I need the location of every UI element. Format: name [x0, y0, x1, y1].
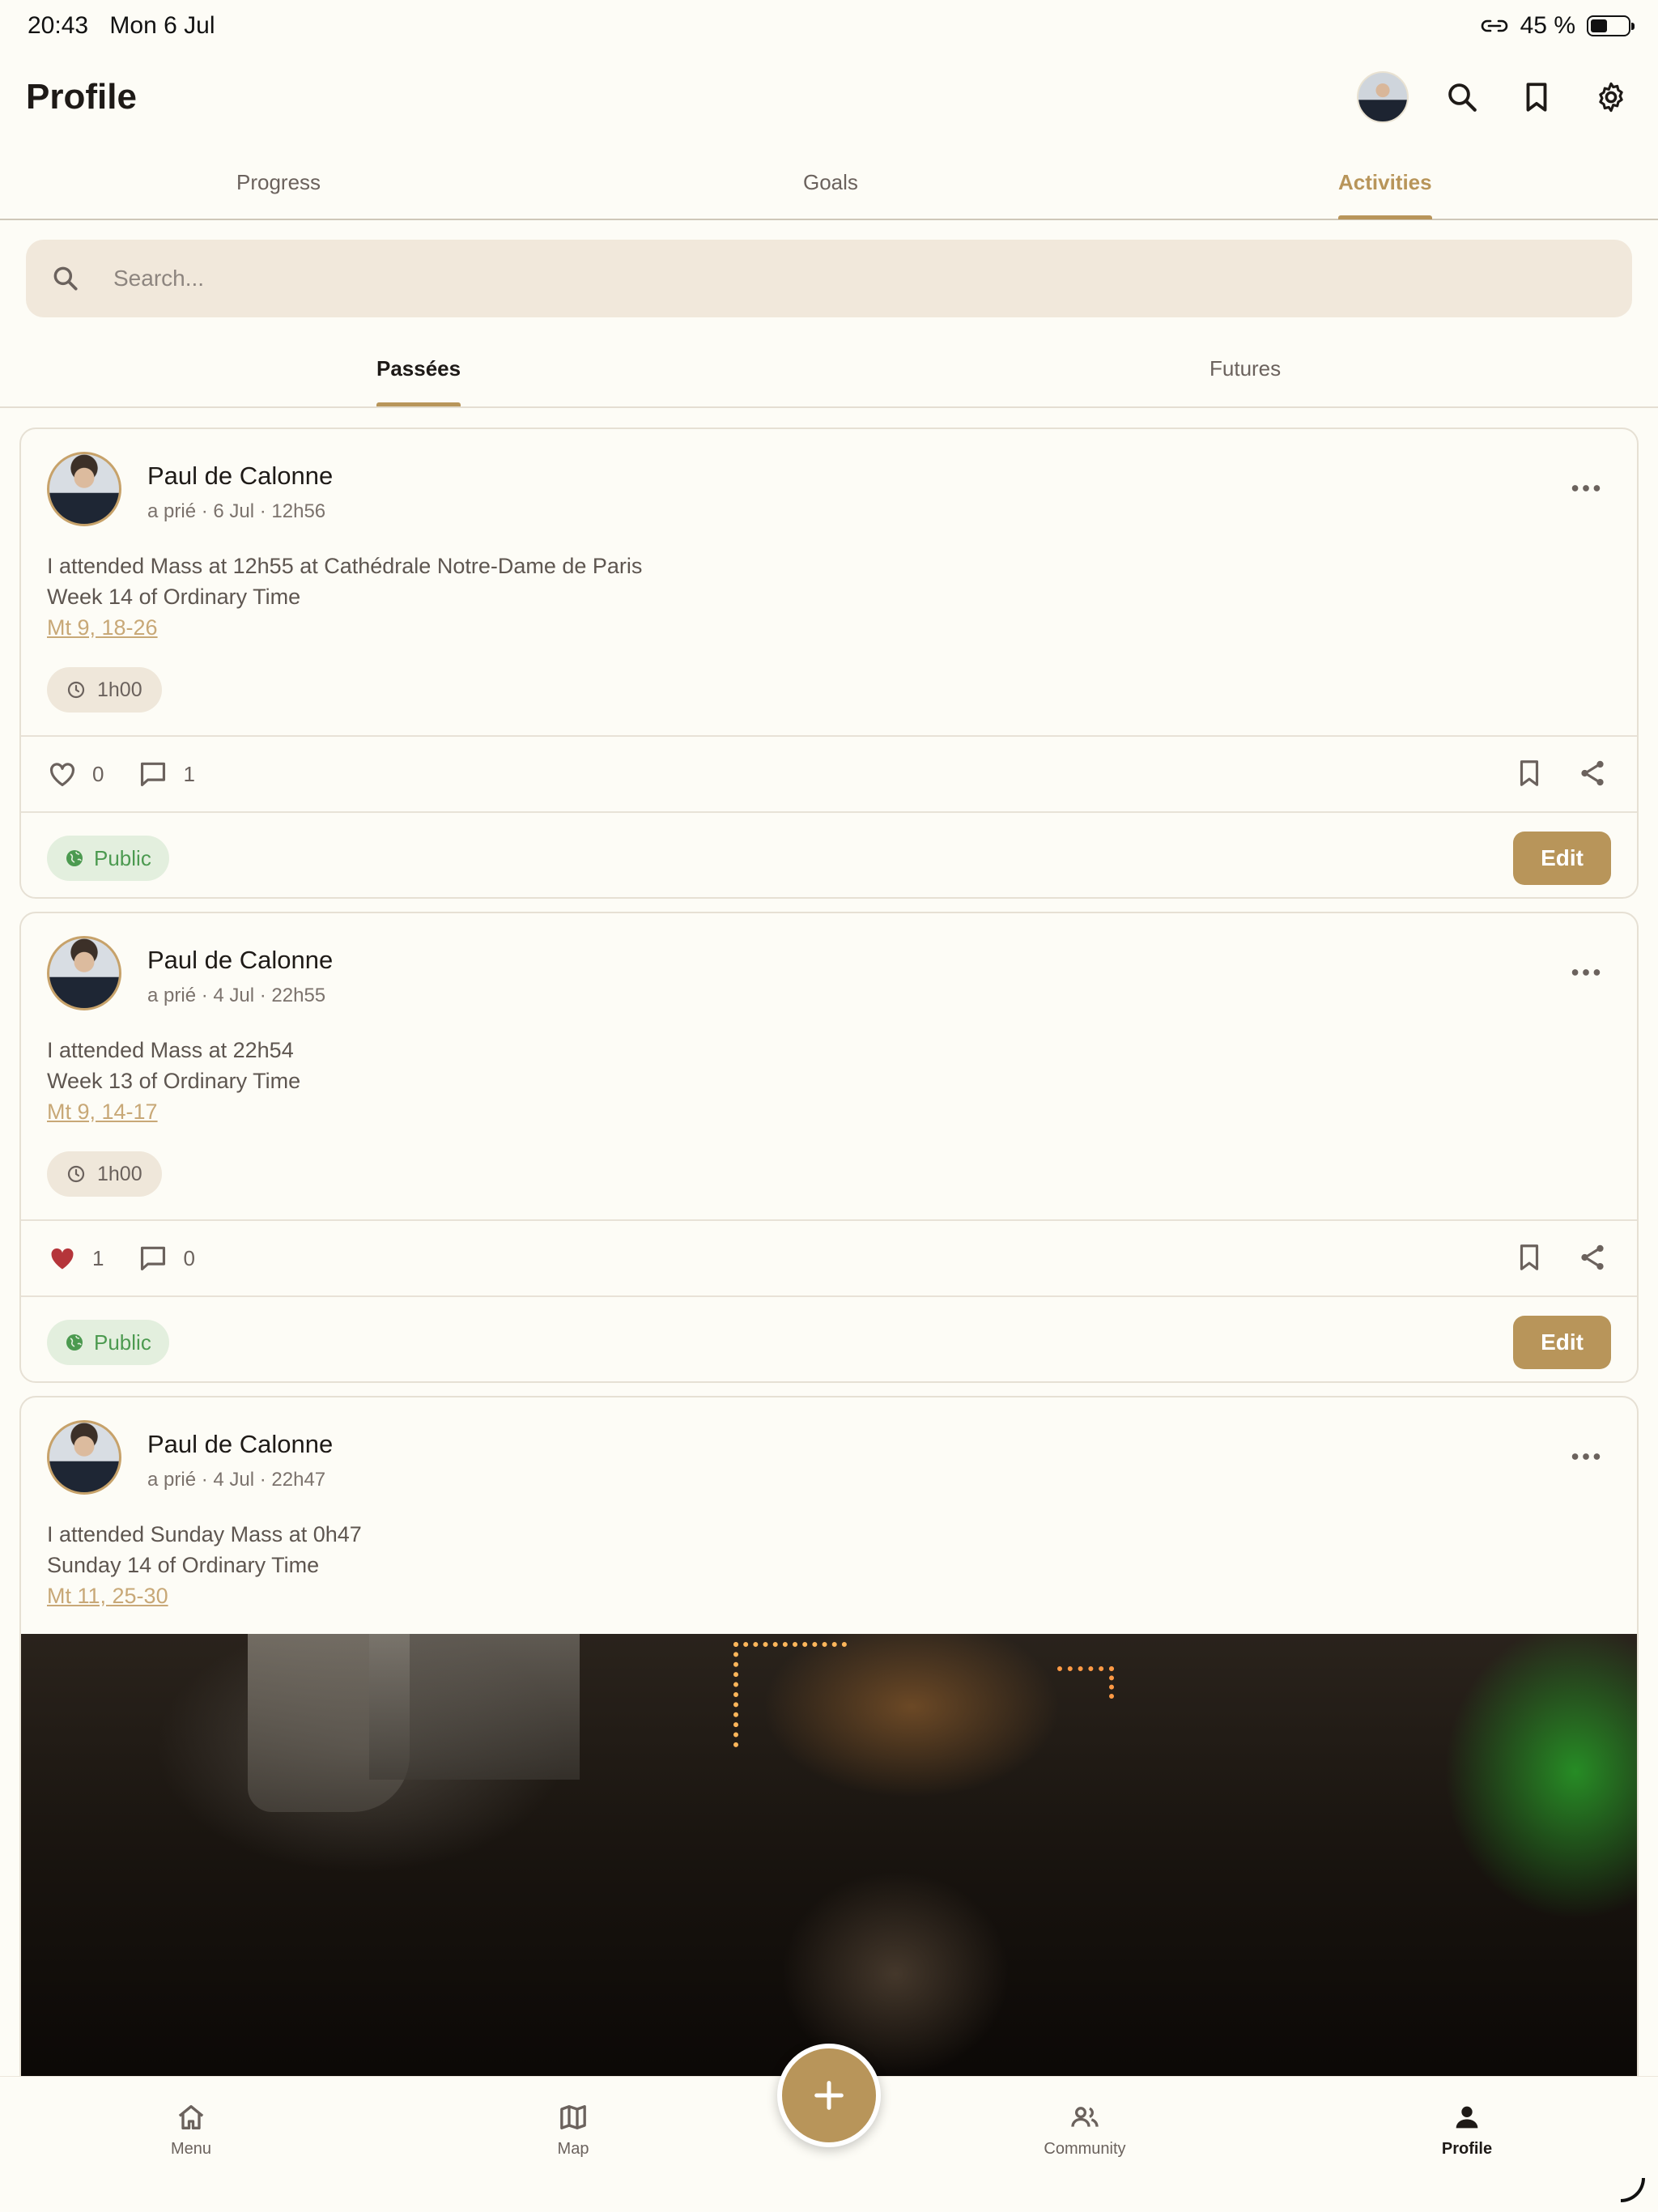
plus-icon — [814, 2081, 844, 2110]
bookmark-icon[interactable] — [1514, 1242, 1545, 1273]
app-header: Profile — [0, 65, 1658, 130]
liturgical-week: Week 14 of Ordinary Time — [47, 585, 301, 609]
bookmark-icon — [1526, 83, 1547, 112]
activity-photo[interactable] — [21, 1634, 1637, 2087]
heart-filled-icon — [51, 1248, 74, 1270]
comment-count: 0 — [183, 1245, 195, 1270]
activity-actions: 1 0 — [21, 1219, 1637, 1297]
bookmarks-button[interactable] — [1516, 76, 1558, 118]
comment-icon — [141, 1246, 166, 1271]
activity-time: · 4 Jul · 22h55 — [201, 985, 326, 1006]
nav-label: Community — [1044, 2140, 1126, 2158]
tab-progress[interactable]: Progress — [236, 146, 321, 219]
link-icon — [1481, 19, 1507, 32]
more-icon[interactable] — [1567, 1438, 1605, 1475]
liturgical-week: Sunday 14 of Ordinary Time — [47, 1553, 320, 1577]
activity-action: a prié — [147, 500, 197, 522]
nav-community[interactable]: Community — [1012, 2101, 1158, 2159]
activity-time: · 6 Jul · 12h56 — [201, 500, 326, 522]
search-icon — [53, 266, 78, 291]
comment-icon — [141, 762, 166, 787]
battery-icon — [1587, 15, 1635, 36]
activity-time: · 4 Jul · 22h47 — [201, 1469, 326, 1491]
gospel-reference-link[interactable]: Mt 9, 14-17 — [47, 1096, 1611, 1127]
duration-value: 1h00 — [97, 1162, 142, 1185]
author-name[interactable]: Paul de Calonne — [147, 1430, 333, 1459]
gospel-reference-link[interactable]: Mt 9, 18-26 — [47, 612, 1611, 643]
avatar[interactable] — [47, 452, 121, 526]
activity-description: I attended Mass at 12h55 at Cathédrale N… — [47, 554, 643, 578]
battery-level — [1591, 19, 1607, 32]
like-count: 1 — [92, 1245, 104, 1270]
share-icon[interactable] — [1577, 758, 1608, 789]
home-icon — [178, 2105, 204, 2129]
like-button[interactable]: 1 — [47, 1243, 104, 1274]
bookmark-icon[interactable] — [1514, 758, 1545, 789]
visibility-badge: Public — [47, 836, 169, 881]
battery-percent: 45 % — [1520, 12, 1575, 39]
gear-icon — [1599, 82, 1623, 113]
nav-label: Map — [557, 2140, 589, 2158]
tab-past[interactable]: Passées — [376, 330, 461, 406]
more-icon[interactable] — [1567, 954, 1605, 991]
activity-action: a prié — [147, 985, 197, 1006]
people-icon — [1071, 2107, 1099, 2127]
status-bar: 20:43 Mon 6 Jul 45 % — [0, 0, 1658, 52]
activity-description: I attended Mass at 22h54 — [47, 1038, 294, 1062]
edit-button[interactable]: Edit — [1513, 832, 1611, 885]
tab-activities[interactable]: Activities — [1338, 146, 1432, 219]
map-icon — [560, 2105, 586, 2129]
clock-icon — [67, 681, 85, 699]
avatar[interactable] — [1357, 71, 1409, 123]
status-time: 20:43 — [28, 12, 89, 39]
profile-tabs: Progress Goals Activities — [0, 146, 1658, 220]
duration-badge: 1h00 — [47, 667, 162, 713]
nav-label: Menu — [170, 2140, 212, 2158]
avatar[interactable] — [47, 1420, 121, 1495]
avatar[interactable] — [47, 936, 121, 1010]
visibility-badge: Public — [47, 1320, 169, 1365]
search-input[interactable] — [113, 266, 1571, 291]
heart-outline-icon — [49, 763, 75, 787]
nav-map[interactable]: Map — [500, 2101, 646, 2159]
author-name[interactable]: Paul de Calonne — [147, 946, 333, 975]
activity-time-tabs: Passées Futures — [0, 330, 1658, 408]
visibility-label: Public — [94, 845, 151, 870]
page-title: Profile — [26, 77, 137, 117]
edit-button[interactable]: Edit — [1513, 1316, 1611, 1369]
duration-badge: 1h00 — [47, 1151, 162, 1197]
liturgical-week: Week 13 of Ordinary Time — [47, 1069, 301, 1093]
author-name[interactable]: Paul de Calonne — [147, 462, 333, 491]
person-icon — [1456, 2106, 1478, 2129]
globe-icon — [66, 1334, 83, 1351]
search-button[interactable] — [1441, 76, 1483, 118]
visibility-label: Public — [94, 1329, 151, 1355]
share-icon[interactable] — [1577, 1242, 1608, 1273]
duration-value: 1h00 — [97, 678, 142, 701]
nav-profile[interactable]: Profile — [1394, 2101, 1540, 2159]
search-icon — [1448, 83, 1477, 112]
tab-future[interactable]: Futures — [1209, 330, 1281, 406]
like-count: 0 — [92, 761, 104, 786]
like-button[interactable]: 0 — [47, 759, 104, 789]
activity-card: Paul de Calonne a prié · 6 Jul · 12h56 I… — [19, 428, 1639, 899]
nav-menu[interactable]: Menu — [118, 2101, 264, 2159]
clock-icon — [67, 1165, 85, 1183]
search-bar — [26, 240, 1632, 317]
settings-button[interactable] — [1590, 76, 1632, 118]
activity-actions: 0 1 — [21, 735, 1637, 813]
globe-icon — [66, 850, 83, 866]
comment-count: 1 — [183, 761, 195, 786]
activity-action: a prié — [147, 1469, 197, 1491]
status-date: Mon 6 Jul — [109, 12, 215, 39]
gospel-reference-link[interactable]: Mt 11, 25-30 — [47, 1580, 1611, 1611]
comment-button[interactable]: 1 — [138, 759, 195, 789]
add-activity-button[interactable] — [777, 2044, 881, 2147]
activity-card: Paul de Calonne a prié · 4 Jul · 22h55 I… — [19, 912, 1639, 1383]
comment-button[interactable]: 0 — [138, 1243, 195, 1274]
activity-description: I attended Sunday Mass at 0h47 — [47, 1522, 362, 1546]
nav-label: Profile — [1441, 2140, 1493, 2158]
tab-goals[interactable]: Goals — [803, 146, 858, 219]
more-icon[interactable] — [1567, 470, 1605, 507]
